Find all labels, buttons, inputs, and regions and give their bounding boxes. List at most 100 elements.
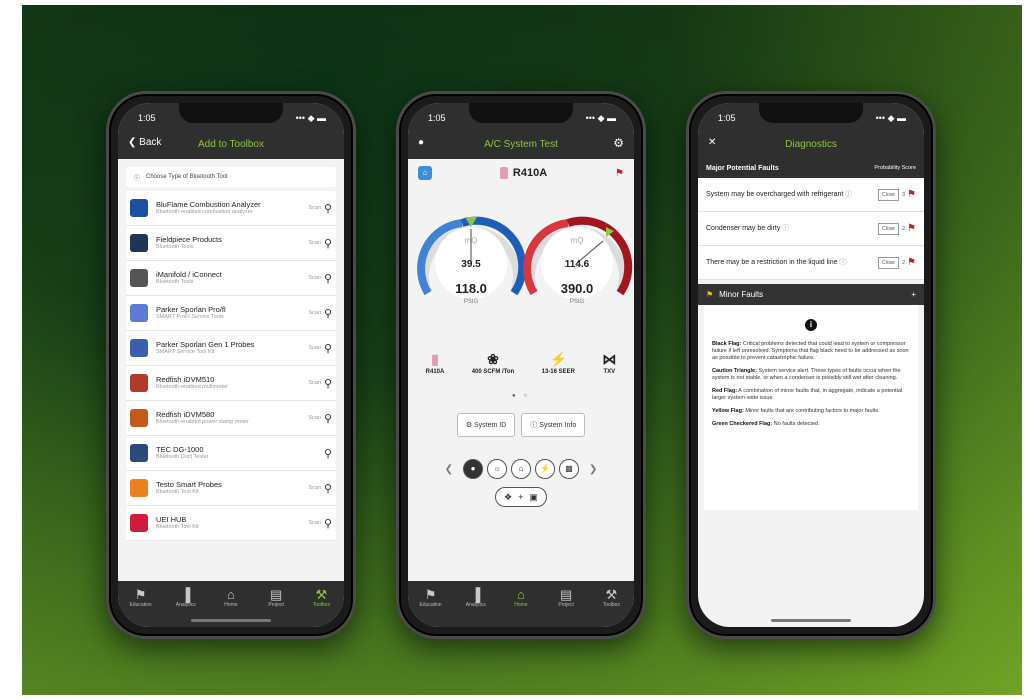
fault-row[interactable]: There may be a restriction in the liquid… (698, 246, 924, 280)
system-info-button[interactable]: ⓘ System Info (521, 413, 586, 437)
info-icon[interactable]: ⓘ (845, 191, 852, 198)
tool-gauge-icon[interactable]: ● (463, 459, 483, 479)
search-icon[interactable]: ⚲ (324, 237, 332, 250)
tool-row[interactable]: iManifold / iConnect Bluetooth Tools Scan ⚲ (126, 261, 336, 296)
fault-row[interactable]: Condenser may be dirty ⓘ Close 2 ⚑ (698, 212, 924, 246)
scan-label[interactable]: Scan (308, 380, 321, 386)
spec-icon: ⚡ (549, 351, 567, 367)
tool-logo-icon (130, 479, 148, 497)
tab-education[interactable]: ⚑ Education (411, 587, 451, 627)
chevron-right-icon[interactable]: ❯ (589, 464, 597, 475)
search-icon[interactable]: ⚲ (324, 482, 332, 495)
tool-device-icon[interactable]: ▩ (559, 459, 579, 479)
action-pill: ❖ + ▣ (408, 487, 634, 507)
info-icon: i (805, 319, 817, 331)
tool-text: Redfish iDVM510 Bluetooth-enabled multime… (156, 375, 308, 391)
tool-text: TEC DG-1000 Bluetooth Duct Tester (156, 445, 321, 461)
tool-row[interactable]: Parker Sporlan Gen 1 Probes SMART Service… (126, 331, 336, 366)
tab-project[interactable]: ▤ Project (546, 587, 586, 627)
spec-label: TXV (603, 369, 616, 375)
tab-home[interactable]: ⌂ Home (501, 587, 541, 627)
system-specs: ▮ R410A ❀ 400 SCFM /Ton ⚡ 13-16 SEER ⋈ TXV (408, 351, 634, 375)
search-icon[interactable]: ⚲ (324, 447, 332, 460)
fault-row[interactable]: System may be overcharged with refrigera… (698, 178, 924, 212)
scan-label[interactable]: Scan (308, 240, 321, 246)
tool-row[interactable]: Redfish iDVM580 Bluetooth-enabled power c… (126, 401, 336, 436)
fault-text: System may be overcharged with refrigera… (706, 191, 853, 198)
close-button[interactable]: Close (878, 222, 899, 235)
tab-education[interactable]: ⚑ Education (121, 587, 161, 627)
tool-logo-icon (130, 444, 148, 462)
tool-row[interactable]: Testo Smart Probes Bluetooth Tool Kit Scan… (126, 471, 336, 506)
info-icon[interactable]: ⓘ (782, 225, 789, 232)
scan-label[interactable]: Scan (308, 520, 321, 526)
search-icon[interactable]: ⚲ (324, 202, 332, 215)
spec-item: ▮ R410A (426, 351, 445, 375)
red-flag-icon[interactable]: ⚑ (615, 168, 624, 179)
info-icon: ⓘ (134, 175, 141, 182)
legend-title: Yellow Flag: (712, 408, 744, 414)
search-icon[interactable]: ⚲ (324, 412, 332, 425)
tool-row[interactable]: UEI HUB Bluetooth Tool Kit Scan ⚲ (126, 506, 336, 541)
tool-text: UEI HUB Bluetooth Tool Kit (156, 515, 308, 531)
home-indicator (191, 619, 271, 622)
spec-icon: ▮ (431, 351, 439, 367)
tool-logo-icon (130, 304, 148, 322)
home-badge-icon[interactable]: ⌂ (418, 166, 432, 180)
system-id-button[interactable]: ⚙ System ID (456, 413, 516, 437)
search-icon[interactable]: ⚲ (324, 517, 332, 530)
scan-label[interactable]: Scan (308, 275, 321, 281)
scan-label[interactable]: Scan (308, 310, 321, 316)
close-button[interactable]: Close (878, 188, 899, 201)
scan-label[interactable]: Scan (308, 415, 321, 421)
info-icon[interactable]: ⓘ (839, 259, 846, 266)
legend-text: No faults detected. (773, 421, 820, 427)
profile-icon[interactable]: ● (418, 137, 424, 148)
tab-toolbox[interactable]: ⚒ Toolbox (301, 587, 341, 627)
refrigerant-header: ⌂ R410A ⚑ (408, 159, 634, 181)
spec-icon: ⋈ (602, 351, 617, 367)
add-icon[interactable]: + (518, 492, 523, 502)
search-icon[interactable]: ⚲ (324, 272, 332, 285)
expand-plus-icon[interactable]: + (911, 290, 916, 299)
settings-gear-icon[interactable]: ⚙ (613, 136, 624, 150)
tab-toolbox[interactable]: ⚒ Toolbox (591, 587, 631, 627)
tool-bolt-icon[interactable]: ⚡ (535, 459, 555, 479)
search-icon[interactable]: ⚲ (324, 377, 332, 390)
tab-analytics[interactable]: ▐ Analytics (456, 587, 496, 627)
tool-name: Redfish iDVM510 (156, 375, 215, 384)
scan-label[interactable]: Scan (308, 485, 321, 491)
close-icon[interactable]: ✕ (708, 137, 716, 148)
tab-icon: ⚒ (605, 587, 618, 602)
scan-label[interactable]: Scan (308, 205, 321, 211)
tool-row[interactable]: TEC DG-1000 Bluetooth Duct Tester ⚲ (126, 436, 336, 471)
tool-home-icon[interactable]: ⌂ (511, 459, 531, 479)
close-button[interactable]: Close (878, 256, 899, 269)
legend-text: Critical problems detected that could le… (712, 341, 909, 361)
tool-sun-icon[interactable]: ☼ (487, 459, 507, 479)
nav-title: Add to Toolbox (198, 138, 264, 150)
wireless-icon[interactable]: ❖ (504, 492, 512, 503)
tool-name: Parker Sporlan Pro/fl (156, 305, 226, 314)
legend-text: A combination of minor faults that, in a… (712, 388, 903, 401)
image-icon[interactable]: ▣ (529, 492, 538, 503)
search-icon[interactable]: ⚲ (324, 307, 332, 320)
tab-icon: ⚑ (134, 587, 147, 602)
tool-row[interactable]: Parker Sporlan Pro/fl SMART ProFl Service… (126, 296, 336, 331)
chevron-left-icon[interactable]: ❮ (445, 464, 453, 475)
red-flag-icon: ⚑ (907, 189, 916, 200)
scan-label[interactable]: Scan (308, 345, 321, 351)
tool-row[interactable]: BluFlame Combustion Analyzer Bluetooth-en… (126, 191, 336, 226)
tool-row[interactable]: Fieldpiece Products Bluetooth Tools Scan ⚲ (126, 226, 336, 261)
tool-name: Fieldpiece Products (156, 235, 222, 244)
search-icon[interactable]: ⚲ (324, 342, 332, 355)
action-pill-group: ❖ + ▣ (495, 487, 547, 507)
probability-score: 2 (901, 259, 906, 266)
tab-label: Home (514, 602, 528, 608)
tool-row[interactable]: Redfish iDVM510 Bluetooth-enabled multime… (126, 366, 336, 401)
nav-title: Diagnostics (785, 138, 837, 150)
minor-faults-header[interactable]: ⚑ Minor Faults + (698, 284, 924, 305)
back-button[interactable]: ❮ Back (128, 137, 161, 148)
spec-label: R410A (425, 369, 445, 375)
back-label: Back (139, 137, 162, 148)
